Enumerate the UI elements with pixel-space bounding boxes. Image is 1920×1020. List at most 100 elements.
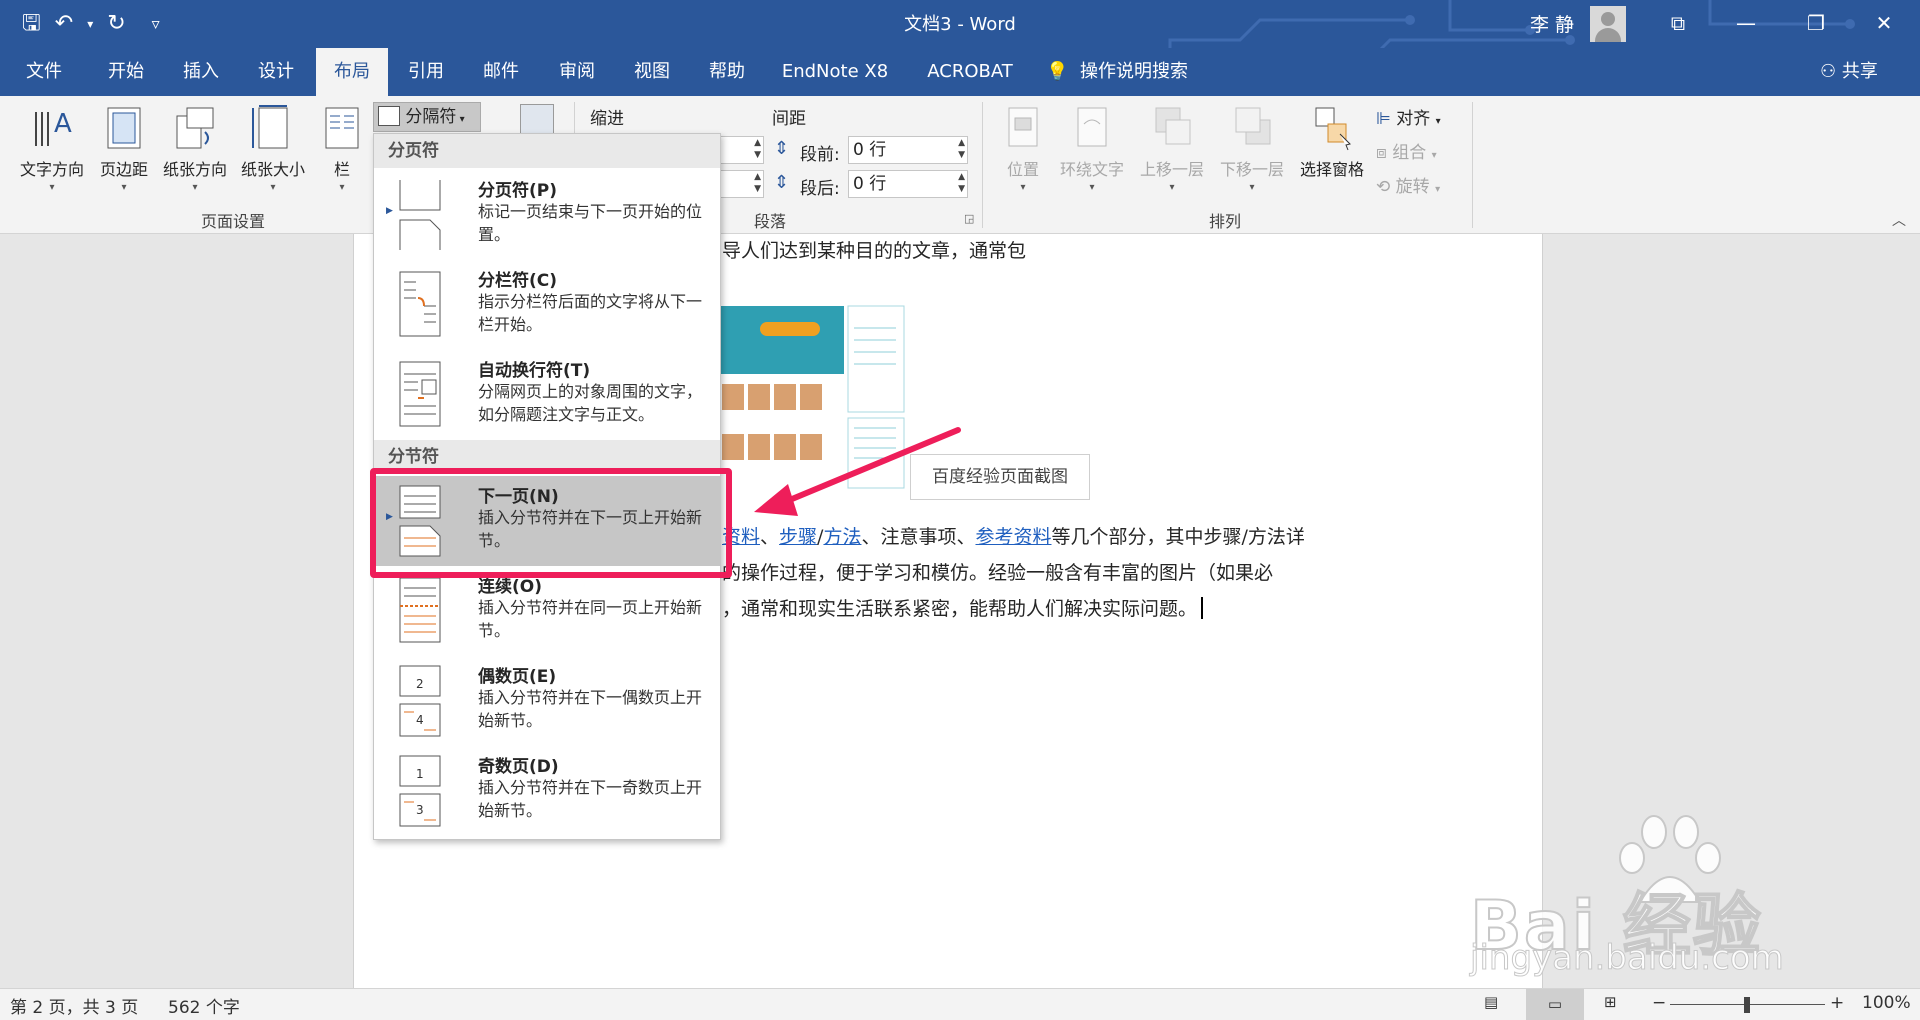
tab-view[interactable]: 视图 (622, 48, 682, 96)
tab-layout[interactable]: 布局 (316, 48, 388, 96)
svg-text:2: 2 (416, 677, 424, 691)
lightbulb-icon: 💡 (1046, 61, 1069, 82)
spacing-after-input[interactable]: 0 行 ▲ ▼ (848, 170, 968, 198)
even-page-break-icon: 24 (399, 665, 441, 737)
zoom-level[interactable]: 100% (1862, 993, 1911, 1013)
spacing-label: 间距 (772, 109, 806, 129)
group-button[interactable]: ⧈ 组合 ▾ (1376, 138, 1437, 163)
margins-button[interactable]: 页边距 ▾ (92, 104, 156, 193)
spacing-before-label: 段前: (800, 145, 840, 165)
indent-left-input[interactable]: ▲ ▼ (720, 136, 764, 164)
continuous-break-icon (399, 577, 441, 643)
line-numbers-icon[interactable] (520, 104, 554, 134)
close-button[interactable]: ✕ (1864, 8, 1904, 38)
page-count[interactable]: 第 2 页，共 3 页 (10, 993, 138, 1018)
breaks-button[interactable]: 分隔符 ▾ (373, 102, 481, 132)
tab-references[interactable]: 引用 (396, 48, 456, 96)
text-direction-icon: A (30, 104, 74, 152)
size-button[interactable]: 纸张大小 ▾ (234, 104, 312, 193)
spacing-before-input[interactable]: 0 行 ▲ ▼ (848, 136, 968, 164)
link-references[interactable]: 参考资料 (975, 526, 1051, 548)
share-button[interactable]: ⚇ 共享 (1820, 48, 1878, 96)
bring-forward-button[interactable]: 上移一层 ▾ (1134, 104, 1210, 193)
zoom-in-button[interactable]: + (1830, 993, 1844, 1013)
doc-line-2: 资料、步骤/方法、注意事项、参考资料等几个部分，其中步骤/方法详 (722, 526, 1305, 548)
wrap-text-icon (1070, 104, 1114, 152)
svg-text:3: 3 (416, 803, 424, 817)
page-break-icon (399, 180, 441, 250)
tab-design[interactable]: 设计 (246, 48, 306, 96)
page-breaks-header: 分页符 (374, 134, 720, 168)
tab-acrobat[interactable]: ACROBAT (918, 48, 1022, 96)
spacing-after-icon: ⇕ (774, 172, 790, 193)
menu-item-odd-page[interactable]: 13 奇数页(D) 插入分节符并在下一奇数页上开始新节。 (374, 746, 720, 836)
margins-icon (102, 104, 146, 152)
group-icon: ⧈ (1376, 143, 1387, 163)
tab-mailings[interactable]: 邮件 (471, 48, 531, 96)
ribbon: A 文字方向 ▾ 页边距 ▾ 纸张方向 ▾ 纸张大小 ▾ 栏 ▾ 页面设置 分隔符 ▾ 缩… (0, 96, 1920, 234)
align-button[interactable]: ⊫ 对齐 ▾ (1376, 104, 1441, 129)
zoom-slider-thumb[interactable] (1744, 997, 1750, 1013)
text-wrapping-break-icon (399, 361, 441, 427)
restore-button[interactable]: ❐ (1796, 8, 1836, 38)
breaks-icon (378, 106, 400, 126)
menu-item-even-page[interactable]: 24 偶数页(E) 插入分节符并在下一偶数页上开始新节。 (374, 656, 720, 746)
tab-home[interactable]: 开始 (96, 48, 156, 96)
page-setup-group-label: 页面设置 (200, 212, 265, 231)
doc-line-1: 导人们达到某种目的的文章，通常包 (722, 240, 1027, 262)
position-icon (1001, 104, 1045, 152)
person-icon: ⚇ (1820, 61, 1837, 82)
read-mode-icon[interactable]: ▤ (1484, 993, 1498, 1011)
paper-size-icon (251, 104, 295, 152)
wrap-text-button[interactable]: 环绕文字 ▾ (1054, 104, 1130, 193)
collapse-ribbon-icon[interactable]: ︿ (1892, 210, 1906, 230)
zoom-out-button[interactable]: − (1652, 993, 1666, 1013)
paragraph-group-label: 段落 (753, 212, 786, 231)
title-bar: 🖫 ↶ ▾ ↻ ▿ 文档3 - Word 李 静 ⧉ — ❐ ✕ (0, 0, 1920, 96)
ribbon-display-options-icon[interactable]: ⧉ (1658, 8, 1698, 38)
text-cursor (1201, 597, 1204, 619)
tab-file[interactable]: 文件 (14, 48, 74, 96)
annotation-highlight-box (370, 468, 732, 578)
word-count[interactable]: 562 个字 (168, 993, 240, 1018)
orientation-button[interactable]: 纸张方向 ▾ (156, 104, 234, 193)
paragraph-launcher-icon[interactable]: ◲ (964, 212, 974, 225)
tab-endnote[interactable]: EndNote X8 (776, 48, 894, 96)
web-layout-icon[interactable]: ⊞ (1604, 993, 1617, 1011)
tab-insert[interactable]: 插入 (171, 48, 231, 96)
menu-item-continuous[interactable]: 连续(O) 插入分节符并在同一页上开始新节。 (374, 566, 720, 656)
text-direction-button[interactable]: A 文字方向 ▾ (12, 104, 92, 193)
odd-page-break-icon: 13 (399, 755, 441, 827)
print-layout-icon[interactable]: ▭ (1526, 989, 1584, 1020)
rotate-button[interactable]: ⟲ 旋转 ▾ (1376, 172, 1440, 197)
columns-icon (320, 104, 364, 152)
status-bar: 第 2 页，共 3 页 562 个字 ▤ ▭ ⊞ − + 100% (0, 988, 1920, 1020)
columns-button[interactable]: 栏 ▾ (318, 104, 366, 193)
tell-me-search[interactable]: 💡 操作说明搜索 (1046, 48, 1286, 96)
tab-review[interactable]: 审阅 (547, 48, 607, 96)
link-steps[interactable]: 步骤 (779, 526, 817, 548)
minimize-button[interactable]: — (1726, 8, 1766, 38)
tab-help[interactable]: 帮助 (697, 48, 757, 96)
avatar[interactable] (1590, 6, 1626, 42)
menu-item-text-wrapping-break[interactable]: 自动换行符(T) 分隔网页上的对象周围的文字，如分隔题注文字与正文。 (374, 350, 720, 440)
user-name[interactable]: 李 静 (1530, 10, 1574, 37)
send-backward-button[interactable]: 下移一层 ▾ (1214, 104, 1290, 193)
selection-pane-icon (1310, 104, 1354, 152)
indent-right-input[interactable]: ▲ ▼ (720, 170, 764, 198)
bring-forward-icon (1150, 104, 1194, 152)
doc-line-3: 的操作过程，便于学习和模仿。经验一般含有丰富的图片（如果必 (722, 562, 1274, 584)
align-icon: ⊫ (1376, 109, 1391, 129)
annotation-arrow-icon (754, 427, 961, 516)
spacing-before-icon: ⇕ (774, 138, 790, 159)
link-method[interactable]: 方法 (823, 526, 861, 548)
spacing-after-label: 段后: (800, 179, 840, 199)
menu-item-column-break[interactable]: 分栏符(C) 指示分栏符后面的文字将从下一栏开始。 (374, 260, 720, 350)
selection-pane-button[interactable]: 选择窗格 (1294, 104, 1370, 180)
menu-item-page-break[interactable]: ▶ 分页符(P) 标记一页结束与下一页开始的位置。 (374, 170, 720, 260)
position-button[interactable]: 位置 ▾ (998, 104, 1048, 193)
default-marker-icon: ▶ (386, 206, 393, 216)
svg-text:4: 4 (416, 713, 424, 727)
doc-line-4: ，通常和现实生活联系紧密，能帮助人们解决实际问题。 (722, 594, 1204, 621)
svg-text:1: 1 (416, 767, 424, 781)
